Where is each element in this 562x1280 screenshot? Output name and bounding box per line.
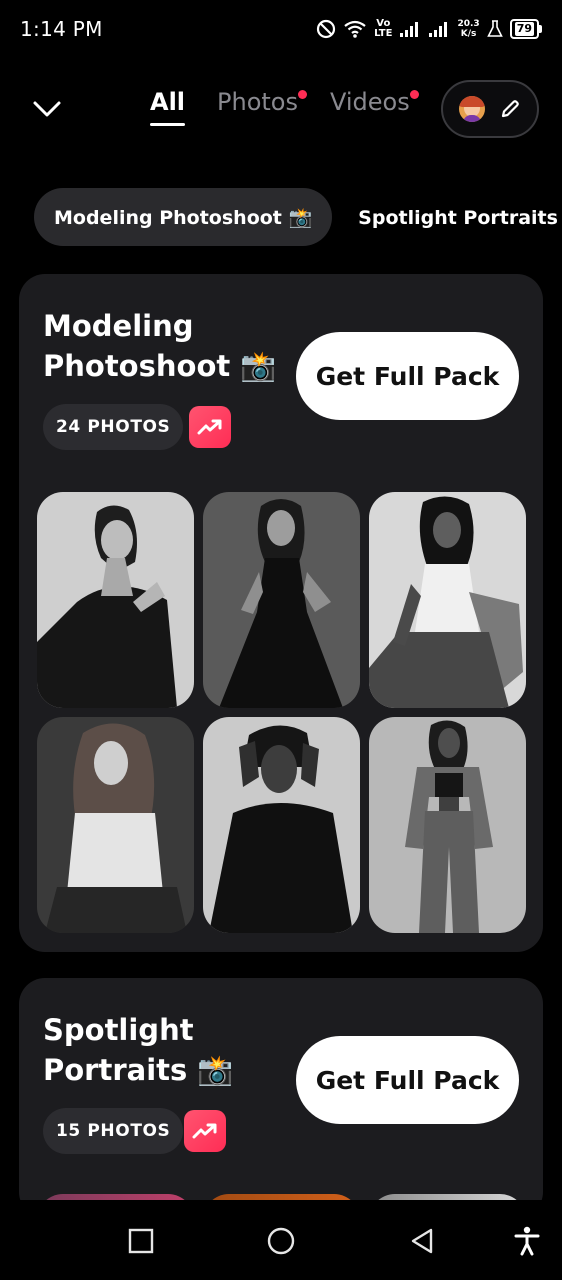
status-time: 1:14 PM (20, 17, 103, 41)
accessibility-icon (514, 1226, 540, 1256)
pack-card-spotlight-portraits[interactable]: Spotlight Portraits 📸 Get Full Pack 15 P… (19, 978, 543, 1218)
tab-all-label: All (150, 88, 186, 116)
battery-level: 79 (514, 22, 534, 36)
signal-icon (428, 20, 450, 38)
network-speed-unit: K/s (460, 29, 477, 39)
tab-videos[interactable]: Videos (330, 88, 419, 126)
back-triangle-icon (411, 1228, 433, 1254)
pack-card-modeling-photoshoot[interactable]: Modeling Photoshoot 📸 Get Full Pack 24 P… (19, 274, 543, 952)
photo-thumbnail[interactable] (203, 492, 360, 708)
network-type: Vo LTE (374, 19, 392, 39)
top-header: All Photos Videos (0, 72, 562, 144)
tab-all[interactable]: All (150, 88, 186, 126)
photo-thumbnail[interactable] (37, 717, 194, 933)
get-full-pack-button[interactable]: Get Full Pack (296, 332, 519, 420)
square-icon (128, 1228, 154, 1254)
accessibility-button[interactable] (510, 1224, 544, 1258)
do-not-disturb-icon (316, 19, 336, 39)
wifi-icon (343, 19, 367, 39)
photo-thumbnail[interactable] (369, 492, 526, 708)
pencil-icon (501, 100, 519, 118)
system-navigation-bar (0, 1200, 562, 1280)
photo-thumbnail[interactable] (203, 717, 360, 933)
chip-modeling-photoshoot[interactable]: Modeling Photoshoot 📸 (34, 188, 333, 246)
profile-edit-button[interactable] (441, 80, 539, 138)
collapse-button[interactable] (28, 90, 66, 128)
chevron-down-icon (33, 101, 61, 117)
tab-photos[interactable]: Photos (217, 88, 307, 126)
photo-thumbnail[interactable] (369, 717, 526, 933)
chip-spotlight-portraits[interactable]: Spotlight Portraits 📸 (358, 188, 562, 246)
tab-videos-label: Videos (330, 88, 410, 116)
photo-thumbnail[interactable] (37, 492, 194, 708)
photo-count-badge: 24 PHOTOS (43, 404, 184, 450)
trending-badge[interactable] (184, 1110, 226, 1152)
pack-title: Modeling Photoshoot 📸 (43, 309, 277, 383)
trending-badge[interactable] (189, 406, 231, 448)
network-speed-value: 20.3 (457, 19, 480, 29)
status-bar: 1:14 PM Vo LTE 20.3 K/s 79 (0, 0, 562, 58)
status-icons: Vo LTE 20.3 K/s 79 (316, 19, 542, 39)
notification-dot (298, 90, 307, 99)
network-type-bottom: LTE (374, 28, 393, 39)
photo-grid (37, 492, 526, 933)
battery-icon: 79 (509, 19, 542, 39)
photo-count-badge: 15 PHOTOS (43, 1108, 184, 1154)
network-speed: 20.3 K/s (457, 19, 479, 39)
recent-apps-button[interactable] (124, 1224, 158, 1258)
signal-icon (399, 20, 421, 38)
lab-icon (486, 20, 503, 38)
media-tabs: All Photos Videos (150, 88, 419, 126)
home-button[interactable] (264, 1224, 298, 1258)
circle-icon (267, 1227, 295, 1255)
notification-dot (409, 90, 419, 99)
trending-up-icon (197, 419, 222, 435)
category-chips: Modeling Photoshoot 📸 Spotlight Portrait… (34, 188, 562, 246)
tab-photos-label: Photos (217, 88, 298, 116)
get-full-pack-button[interactable]: Get Full Pack (296, 1036, 519, 1124)
trending-up-icon (192, 1123, 217, 1139)
avatar (459, 96, 485, 122)
back-button[interactable] (405, 1224, 439, 1258)
pack-title: Spotlight Portraits 📸 (43, 1013, 234, 1087)
